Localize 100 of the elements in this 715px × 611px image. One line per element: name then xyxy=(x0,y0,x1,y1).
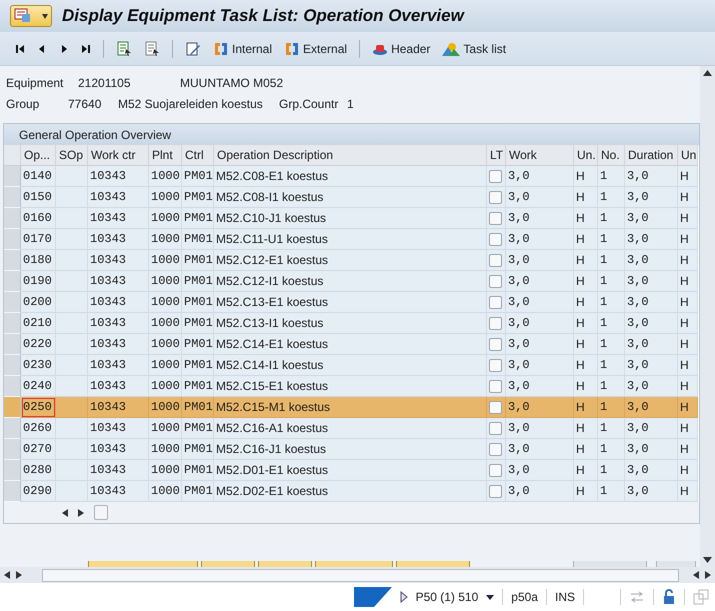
column-header[interactable]: Work ctr xyxy=(88,145,149,166)
row-selector[interactable] xyxy=(4,292,21,313)
row-selector[interactable] xyxy=(4,355,21,376)
checkbox[interactable] xyxy=(489,212,502,224)
checkbox[interactable] xyxy=(489,484,502,498)
checkbox[interactable] xyxy=(489,380,502,392)
checkbox[interactable] xyxy=(489,232,502,246)
column-header[interactable]: SOp xyxy=(56,145,88,166)
checkbox[interactable] xyxy=(489,442,502,456)
checkbox[interactable] xyxy=(489,190,502,204)
prev-arrow-icon[interactable] xyxy=(37,42,47,54)
row-selector[interactable] xyxy=(4,460,21,481)
scroll-right-icon[interactable] xyxy=(705,571,711,579)
column-header[interactable]: Un. xyxy=(678,145,698,166)
table-cell: 1 xyxy=(598,376,625,397)
row-selector[interactable] xyxy=(4,271,21,292)
internal-button[interactable]: Internal xyxy=(210,38,276,58)
checkbox[interactable] xyxy=(489,296,502,308)
header-button[interactable]: Header xyxy=(369,40,434,58)
next-arrow-icon[interactable] xyxy=(59,42,69,54)
table-cell: 3,0 xyxy=(625,439,678,460)
scroll-right-icon[interactable] xyxy=(16,571,22,579)
row-selector[interactable] xyxy=(4,418,21,439)
scroll-left-icon[interactable] xyxy=(4,571,10,579)
table-cell: PM01 xyxy=(182,355,214,376)
first-arrow-icon[interactable] xyxy=(15,42,25,54)
last-arrow-icon[interactable] xyxy=(81,42,91,54)
column-header[interactable]: LT xyxy=(487,145,506,166)
column-header[interactable]: Op... xyxy=(21,145,56,166)
table-cell: H xyxy=(678,334,698,355)
column-header[interactable]: Un. xyxy=(574,145,598,166)
table-cell: 1 xyxy=(598,439,625,460)
row-selector[interactable] xyxy=(4,334,21,355)
row-selector[interactable] xyxy=(4,397,21,418)
table-cell: 10343 xyxy=(88,292,149,313)
checkbox[interactable] xyxy=(489,170,502,182)
row-selector[interactable] xyxy=(4,313,21,334)
checkbox[interactable] xyxy=(489,274,502,288)
checkbox[interactable] xyxy=(489,316,502,330)
table-cell: 3,0 xyxy=(506,313,574,334)
column-header[interactable]: No. xyxy=(598,145,625,166)
column-header[interactable]: Plnt xyxy=(149,145,182,166)
table-cell: M52.C11-U1 koestus xyxy=(214,229,487,250)
table-cell: 1000 xyxy=(149,397,182,418)
table-cell: H xyxy=(678,187,698,208)
row-selector[interactable] xyxy=(4,250,21,271)
checkbox[interactable] xyxy=(489,254,502,266)
caret-icon[interactable] xyxy=(486,594,494,600)
panel-title: General Operation Overview xyxy=(4,124,699,145)
table-cell: 0210 xyxy=(21,313,56,334)
table-cell: 3,0 xyxy=(625,292,678,313)
column-header[interactable]: Work xyxy=(506,145,574,166)
checkbox[interactable] xyxy=(489,358,502,372)
external-button[interactable]: External xyxy=(281,38,350,58)
scroll-left-icon[interactable] xyxy=(62,508,68,516)
column-header[interactable]: Ctrl xyxy=(182,145,214,166)
select-all-cell[interactable] xyxy=(4,145,21,166)
checkbox[interactable] xyxy=(489,422,502,434)
vertical-scrollbar[interactable] xyxy=(700,66,715,567)
scroll-left-icon[interactable] xyxy=(693,571,699,579)
row-selector[interactable] xyxy=(4,481,21,502)
table-cell: 3,0 xyxy=(625,271,678,292)
checkbox[interactable] xyxy=(489,464,502,476)
scroll-down-icon[interactable] xyxy=(703,557,712,563)
row-selector[interactable] xyxy=(4,439,21,460)
input-field[interactable] xyxy=(656,561,696,567)
table-cell: 0160 xyxy=(21,208,56,229)
column-header[interactable]: Operation Description xyxy=(214,145,487,166)
row-selector[interactable] xyxy=(4,229,21,250)
table-cell: H xyxy=(678,313,698,334)
table-cell: M52.C16-J1 koestus xyxy=(214,439,487,460)
table-cell xyxy=(56,376,88,397)
table-cell: 3,0 xyxy=(506,376,574,397)
row-selector[interactable] xyxy=(4,376,21,397)
menu-button[interactable] xyxy=(10,5,52,27)
table-cell: H xyxy=(574,481,598,502)
checkbox[interactable] xyxy=(489,338,502,350)
play-icon[interactable] xyxy=(400,591,408,603)
column-header[interactable]: Duration xyxy=(625,145,678,166)
table-cell: 0270 xyxy=(21,439,56,460)
table-cell: 10343 xyxy=(88,355,149,376)
scroll-thumb[interactable] xyxy=(94,505,108,520)
row-selector[interactable] xyxy=(4,166,21,187)
table-cell: 10343 xyxy=(88,460,149,481)
input-field[interactable] xyxy=(573,561,647,567)
checkbox[interactable] xyxy=(489,400,502,414)
scroll-right-icon[interactable] xyxy=(78,508,84,516)
table-cell: 3,0 xyxy=(625,313,678,334)
horizontal-scrollbar[interactable] xyxy=(42,568,679,582)
table-cell: 10343 xyxy=(88,334,149,355)
row-selector[interactable] xyxy=(4,187,21,208)
table-cell: 3,0 xyxy=(506,481,574,502)
table-cell: 1000 xyxy=(149,208,182,229)
table-cell: 3,0 xyxy=(506,418,574,439)
task-list-button[interactable]: Task list xyxy=(439,40,510,58)
row-selector[interactable] xyxy=(4,208,21,229)
table-cell: 1000 xyxy=(149,418,182,439)
scroll-up-icon[interactable] xyxy=(703,70,712,76)
lock-icon[interactable] xyxy=(662,589,676,605)
table-cell: 3,0 xyxy=(625,250,678,271)
